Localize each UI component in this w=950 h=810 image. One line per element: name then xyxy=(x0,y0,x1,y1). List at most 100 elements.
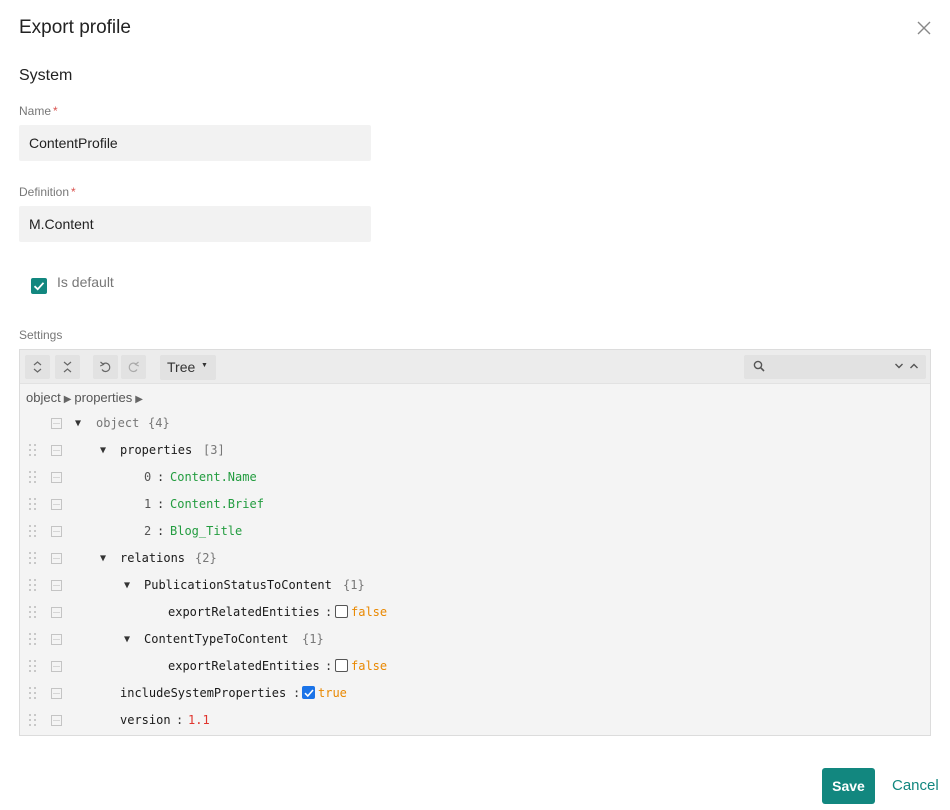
json-editor: Tree ▼ object ▶ properties ▶ ▼ object {4} ▼… xyxy=(19,349,931,736)
drag-handle-icon[interactable] xyxy=(29,444,37,459)
context-menu-button[interactable] xyxy=(51,661,62,672)
context-menu-button[interactable] xyxy=(51,526,62,537)
search-input[interactable] xyxy=(772,358,882,376)
drag-handle-icon[interactable] xyxy=(29,633,37,648)
tree-value[interactable]: Content.Name xyxy=(170,470,257,484)
separator: : xyxy=(157,470,165,484)
collapse-all-icon xyxy=(63,361,72,373)
tree-row-root: ▼ object {4} xyxy=(20,411,930,438)
context-menu-button[interactable] xyxy=(51,688,62,699)
boolean-checkbox[interactable] xyxy=(302,686,315,699)
tree-count: {2} xyxy=(195,551,217,565)
undo-button[interactable] xyxy=(93,355,118,379)
tree-value[interactable]: true xyxy=(318,686,347,700)
tree-key[interactable]: includeSystemProperties xyxy=(120,686,286,700)
tree-count: [3] xyxy=(203,443,225,457)
context-menu-button[interactable] xyxy=(51,418,62,429)
tree-count: {1} xyxy=(302,632,324,646)
tree-row: 1 : Content.Brief xyxy=(20,492,930,519)
context-menu-button[interactable] xyxy=(51,445,62,456)
search-next-icon[interactable] xyxy=(894,361,904,371)
separator: : xyxy=(157,497,165,511)
tree-key[interactable]: exportRelatedEntities xyxy=(168,605,320,619)
caret-down-icon: ▼ xyxy=(201,362,208,369)
mode-dropdown[interactable]: Tree ▼ xyxy=(160,355,216,380)
name-input[interactable] xyxy=(19,125,371,161)
context-menu-button[interactable] xyxy=(51,499,62,510)
cancel-button[interactable]: Cancel xyxy=(887,768,944,804)
tree-row: exportRelatedEntities : false xyxy=(20,654,930,681)
tree-row: 2 : Blog_Title xyxy=(20,519,930,546)
separator: : xyxy=(157,524,165,538)
context-menu-button[interactable] xyxy=(51,607,62,618)
tree-value[interactable]: false xyxy=(351,605,387,619)
context-menu-button[interactable] xyxy=(51,634,62,645)
settings-label: Settings xyxy=(19,328,63,342)
editor-toolbar: Tree ▼ xyxy=(20,350,930,384)
boolean-checkbox[interactable] xyxy=(335,659,348,672)
breadcrumb-item-properties[interactable]: properties xyxy=(74,390,132,405)
collapse-triangle-icon[interactable]: ▼ xyxy=(100,553,112,565)
collapse-all-button[interactable] xyxy=(55,355,80,379)
save-button[interactable]: Save xyxy=(822,768,875,804)
tree-key: object xyxy=(96,416,140,430)
separator: : xyxy=(325,659,333,673)
drag-handle-icon[interactable] xyxy=(29,660,37,675)
tree-value[interactable]: false xyxy=(351,659,387,673)
tree-row: 0 : Content.Name xyxy=(20,465,930,492)
drag-handle-icon[interactable] xyxy=(29,606,37,621)
drag-handle-icon[interactable] xyxy=(29,714,37,729)
separator: : xyxy=(325,605,333,619)
context-menu-button[interactable] xyxy=(51,472,62,483)
tree-key[interactable]: properties xyxy=(120,443,192,457)
boolean-checkbox[interactable] xyxy=(335,605,348,618)
tree-value[interactable]: Blog_Title xyxy=(170,524,242,538)
drag-handle-icon[interactable] xyxy=(29,525,37,540)
is-default-checkbox[interactable] xyxy=(31,278,47,294)
expand-all-button[interactable] xyxy=(25,355,50,379)
close-icon[interactable] xyxy=(916,20,932,36)
tree-value[interactable]: Content.Brief xyxy=(170,497,264,511)
separator: : xyxy=(293,686,301,700)
separator: : xyxy=(176,713,184,727)
drag-handle-icon[interactable] xyxy=(29,687,37,702)
redo-icon xyxy=(128,361,140,373)
check-icon xyxy=(304,689,314,698)
tree-key[interactable]: ContentTypeToContent xyxy=(144,632,289,646)
definition-input[interactable] xyxy=(19,206,371,242)
collapse-triangle-icon[interactable]: ▼ xyxy=(124,580,136,592)
breadcrumb-item-object[interactable]: object xyxy=(26,390,61,405)
tree-key[interactable]: version xyxy=(120,713,171,727)
drag-handle-icon[interactable] xyxy=(29,552,37,567)
tree-key[interactable]: PublicationStatusToContent xyxy=(144,578,332,592)
undo-icon xyxy=(99,361,111,373)
tree-row: includeSystemProperties : true xyxy=(20,681,930,708)
tree-index: 0 xyxy=(144,470,152,484)
expand-all-icon xyxy=(33,361,42,373)
mode-label: Tree xyxy=(167,359,196,375)
collapse-triangle-icon[interactable]: ▼ xyxy=(124,634,136,646)
tree-row: ▼ ContentTypeToContent {1} xyxy=(20,627,930,654)
collapse-triangle-icon[interactable]: ▼ xyxy=(100,445,112,457)
dialog-title: Export profile xyxy=(19,17,131,38)
context-menu-button[interactable] xyxy=(51,715,62,726)
section-title: System xyxy=(19,67,73,84)
tree-key[interactable]: exportRelatedEntities xyxy=(168,659,320,673)
drag-handle-icon[interactable] xyxy=(29,471,37,486)
tree-count: {1} xyxy=(343,578,365,592)
drag-handle-icon[interactable] xyxy=(29,579,37,594)
context-menu-button[interactable] xyxy=(51,580,62,591)
tree-value[interactable]: 1.1 xyxy=(188,713,210,727)
collapse-triangle-icon[interactable]: ▼ xyxy=(75,418,87,430)
search-previous-icon[interactable] xyxy=(909,361,919,371)
breadcrumb-expand-icon[interactable]: ▶ xyxy=(135,394,143,405)
tree-key[interactable]: relations xyxy=(120,551,185,565)
breadcrumb: object ▶ properties ▶ xyxy=(20,385,930,411)
tree-row: ▼ PublicationStatusToContent {1} xyxy=(20,573,930,600)
context-menu-button[interactable] xyxy=(51,553,62,564)
tree-count: {4} xyxy=(148,416,170,430)
drag-handle-icon[interactable] xyxy=(29,498,37,513)
check-icon xyxy=(33,282,45,291)
tree-index: 2 xyxy=(144,524,152,538)
redo-button[interactable] xyxy=(121,355,146,379)
